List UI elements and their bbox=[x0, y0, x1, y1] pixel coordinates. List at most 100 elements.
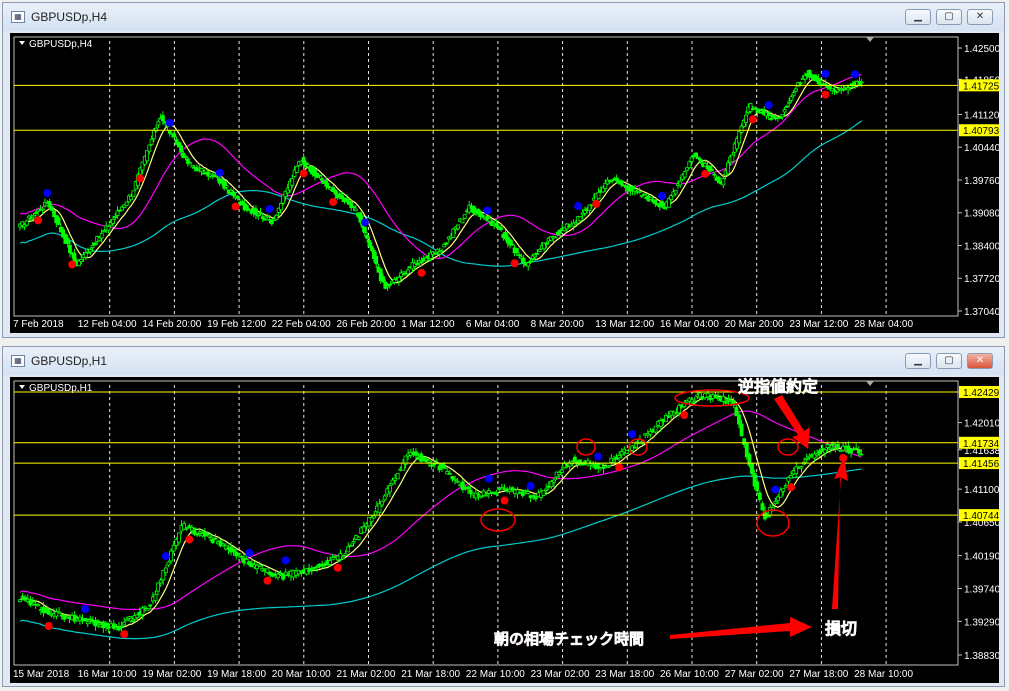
candle-body bbox=[27, 215, 31, 219]
candle-body bbox=[401, 271, 406, 274]
moving-average-fast bbox=[19, 394, 862, 629]
candle-body bbox=[294, 165, 299, 173]
time-tick-label: 26 Feb 20:00 bbox=[337, 319, 396, 330]
window-titlebar[interactable]: ▦ GBPUSDp,H4 ▁ ▢ ✕ bbox=[3, 3, 1004, 31]
chart-window-icon: ▦ bbox=[11, 11, 25, 23]
price-tick-label: 1.41120 bbox=[964, 110, 999, 121]
time-tick-label: 26 Mar 10:00 bbox=[660, 669, 719, 680]
candle-body bbox=[188, 162, 193, 165]
swing-high-marker bbox=[483, 206, 492, 215]
time-tick-label: 1 Mar 12:00 bbox=[401, 319, 455, 330]
maximize-button[interactable]: ▢ bbox=[936, 353, 962, 369]
candle-body bbox=[236, 552, 241, 555]
candle-body bbox=[260, 216, 265, 220]
candle-body bbox=[612, 459, 616, 463]
price-tick-label: 1.41100 bbox=[964, 485, 999, 496]
annotation-stop-loss: 損切 bbox=[825, 619, 857, 638]
minimize-button[interactable]: ▁ bbox=[905, 353, 931, 369]
dropdown-arrow-icon bbox=[19, 41, 25, 45]
candle-body bbox=[309, 568, 314, 571]
candle-body bbox=[257, 564, 262, 567]
candle-body bbox=[224, 185, 229, 188]
candle-body bbox=[673, 189, 678, 195]
candle-body bbox=[583, 210, 587, 214]
candle-body bbox=[784, 105, 789, 108]
candle-body bbox=[526, 262, 531, 267]
candle-body bbox=[757, 492, 762, 501]
candle-body bbox=[632, 446, 637, 449]
candle-body bbox=[721, 177, 726, 186]
candle-body bbox=[382, 495, 387, 501]
price-tick-label: 1.40440 bbox=[964, 143, 999, 154]
candle-body bbox=[725, 162, 730, 175]
candle-body bbox=[823, 83, 828, 86]
swing-low-marker bbox=[592, 199, 601, 208]
candle-body bbox=[619, 180, 624, 185]
chart-canvas-h1[interactable]: 15 Mar 2018 16 Mar 10:00 19 Mar 02:00 19 Ma… bbox=[10, 377, 1001, 683]
candle-body bbox=[149, 138, 154, 146]
time-tick-label: 20 Mar 10:00 bbox=[272, 669, 331, 680]
time-tick-label: 8 Mar 20:00 bbox=[531, 319, 585, 330]
chart-canvas-h4[interactable]: 7 Feb 2018 12 Feb 04:00 14 Feb 20:00 19 Feb… bbox=[10, 33, 1001, 333]
swing-high-marker bbox=[764, 101, 773, 110]
candle-body bbox=[419, 261, 424, 264]
candle-body bbox=[716, 176, 721, 184]
chart-window-h1[interactable]: ▦ GBPUSDp,H1 ▁ ▢ ✕ 15 Mar 2018 16 Mar 10:… bbox=[2, 346, 1005, 687]
price-tick-label: 1.37040 bbox=[964, 307, 999, 318]
candle-body bbox=[526, 491, 530, 494]
candle-body bbox=[388, 485, 392, 493]
candle-body bbox=[433, 252, 438, 255]
candle-body bbox=[40, 208, 45, 211]
candle-body bbox=[372, 515, 377, 519]
candle-body bbox=[106, 226, 111, 231]
candle-body bbox=[145, 608, 150, 611]
candle-body bbox=[381, 276, 385, 283]
candle-body bbox=[854, 447, 859, 450]
candle-body bbox=[369, 246, 374, 251]
moving-average-mid bbox=[19, 410, 862, 610]
minimize-button[interactable]: ▁ bbox=[905, 9, 931, 25]
candle-body bbox=[653, 199, 658, 204]
annotation-circle bbox=[756, 509, 790, 537]
candle-body bbox=[444, 242, 449, 245]
chart-window-h4[interactable]: ▦ GBPUSDp,H4 ▁ ▢ ✕ 7 Feb 2018 12 Feb 04:0… bbox=[2, 2, 1005, 338]
candle-body bbox=[453, 478, 457, 481]
candle-body bbox=[201, 172, 206, 175]
candle-body bbox=[462, 214, 467, 219]
candle-body bbox=[192, 527, 197, 535]
close-button[interactable]: ✕ bbox=[967, 353, 993, 369]
candle-body bbox=[68, 244, 72, 254]
candle-body bbox=[724, 401, 728, 404]
candle-body bbox=[682, 171, 687, 178]
candle-body bbox=[689, 156, 694, 162]
candle-body bbox=[781, 488, 786, 492]
candle-body bbox=[476, 493, 481, 496]
candle-body bbox=[823, 449, 827, 454]
close-button[interactable]: ✕ bbox=[967, 9, 993, 25]
candle-body bbox=[798, 82, 803, 85]
candle-body bbox=[79, 259, 84, 263]
candle-body bbox=[56, 217, 61, 225]
annotation-arrow-icon bbox=[832, 457, 848, 609]
candle-body bbox=[552, 479, 556, 483]
time-tick-label: 13 Mar 12:00 bbox=[595, 319, 654, 330]
swing-low-marker bbox=[329, 198, 338, 207]
window-titlebar[interactable]: ▦ GBPUSDp,H1 ▁ ▢ ✕ bbox=[3, 347, 1004, 375]
candle-body bbox=[151, 129, 156, 140]
candle-body bbox=[361, 526, 366, 533]
candle-body bbox=[192, 166, 197, 169]
candle-body bbox=[263, 218, 267, 221]
candle-body bbox=[447, 472, 452, 475]
price-tick-label: 1.39760 bbox=[964, 176, 999, 187]
maximize-button[interactable]: ▢ bbox=[936, 9, 962, 25]
annotation-stop-entry: 逆指値約定 bbox=[738, 377, 818, 396]
candle-body bbox=[143, 606, 147, 609]
price-chart-h1[interactable]: 15 Mar 2018 16 Mar 10:00 19 Mar 02:00 19 Ma… bbox=[10, 377, 1001, 683]
candle-body bbox=[794, 88, 798, 92]
swing-low-marker bbox=[615, 463, 624, 472]
candle-body bbox=[748, 103, 753, 112]
price-chart-h4[interactable]: 7 Feb 2018 12 Feb 04:00 14 Feb 20:00 19 Feb… bbox=[10, 33, 1001, 333]
candle-body bbox=[544, 488, 549, 491]
candle-body bbox=[213, 537, 218, 540]
price-level-label: 1.40793 bbox=[963, 126, 999, 137]
